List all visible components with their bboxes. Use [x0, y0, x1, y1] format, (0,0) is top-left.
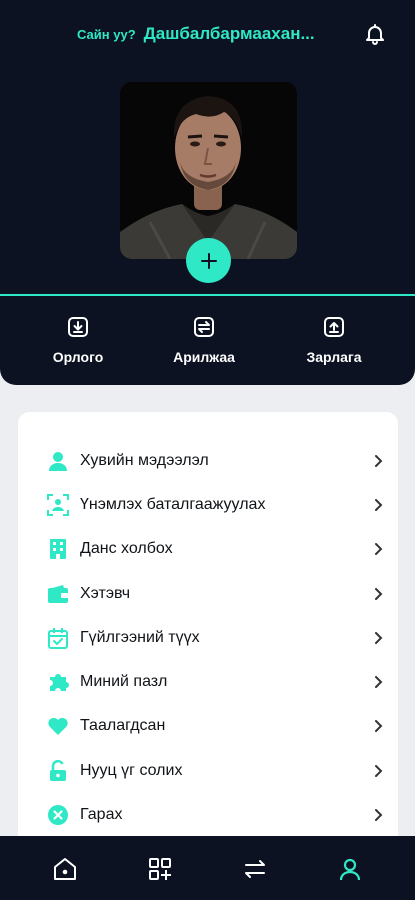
nav-apps[interactable] [145, 854, 175, 884]
menu-label: Гүйлгээний түүх [80, 629, 200, 646]
greeting: Сайн уу? Дашбалбармаахан... [77, 22, 315, 46]
heart-icon [46, 714, 70, 738]
profile-header: Сайн уу? Дашбалбармаахан... Орлого Арилж… [0, 0, 415, 385]
header-divider [0, 294, 415, 296]
calendar-check-icon [46, 626, 70, 650]
chevron-right-icon [372, 719, 386, 733]
download-icon [65, 314, 91, 340]
puzzle-icon [46, 670, 70, 694]
chevron-right-icon [372, 498, 386, 512]
income-label: Орлого [52, 349, 104, 365]
menu-item-logout[interactable]: Гарах [46, 793, 386, 837]
exchange-button[interactable]: Арилжаа [144, 314, 264, 370]
menu-label: Гарах [80, 806, 123, 823]
plus-icon [200, 252, 217, 269]
id-scan-icon [46, 493, 70, 517]
avatar [120, 82, 297, 259]
chevron-right-icon [372, 631, 386, 645]
menu-label: Хувийн мэдээлэл [80, 452, 209, 469]
nav-transfer[interactable] [240, 854, 270, 884]
menu-item-id-verification[interactable]: Үнэмлэх баталгаажуулах [46, 483, 386, 527]
menu-item-change-password[interactable]: Нууц үг солих [46, 749, 386, 793]
menu-label: Миний пазл [80, 673, 168, 690]
bell-icon[interactable] [361, 20, 389, 48]
menu-item-my-puzzle[interactable]: Миний пазл [46, 660, 386, 704]
person-icon [46, 449, 70, 473]
upload-icon [321, 314, 347, 340]
chevron-right-icon [372, 587, 386, 601]
transfer-icon [245, 860, 265, 878]
nav-profile[interactable] [335, 854, 365, 884]
menu-item-personal-info[interactable]: Хувийн мэдээлэл [46, 439, 386, 483]
chevron-right-icon [372, 675, 386, 689]
profile-icon [339, 858, 361, 881]
menu-item-wallet[interactable]: Хэтэвч [46, 572, 386, 616]
menu-label: Таалагдсан [80, 717, 166, 734]
nav-home[interactable] [50, 854, 80, 884]
income-button[interactable]: Орлого [18, 314, 138, 370]
menu-item-link-account[interactable]: Данс холбох [46, 527, 386, 571]
apps-add-icon [149, 858, 171, 880]
menu-item-favorites[interactable]: Таалагдсан [46, 704, 386, 748]
greeting-text: Сайн уу? [77, 26, 136, 42]
unlock-icon [46, 759, 70, 783]
menu-label: Данс холбох [80, 540, 173, 557]
exchange-label: Арилжаа [173, 349, 235, 365]
close-circle-icon [46, 803, 70, 827]
expense-button[interactable]: Зарлага [274, 314, 394, 370]
user-name: Дашбалбармаахан... [143, 24, 315, 43]
menu-card: Хувийн мэдээлэл Үнэмлэх баталгаажуулах Д… [18, 412, 398, 852]
menu-label: Үнэмлэх баталгаажуулах [80, 496, 266, 513]
home-icon [54, 858, 76, 880]
chevron-right-icon [372, 808, 386, 822]
chevron-right-icon [372, 454, 386, 468]
menu-label: Хэтэвч [80, 585, 131, 602]
menu-item-transaction-history[interactable]: Гүйлгээний түүх [46, 616, 386, 660]
chevron-right-icon [372, 542, 386, 556]
exchange-icon [191, 314, 217, 340]
building-icon [46, 537, 70, 561]
chevron-right-icon [372, 764, 386, 778]
add-photo-button[interactable] [186, 238, 231, 283]
menu-label: Нууц үг солих [80, 762, 183, 779]
bottom-nav [0, 836, 415, 900]
wallet-icon [46, 582, 70, 606]
expense-label: Зарлага [306, 349, 362, 365]
